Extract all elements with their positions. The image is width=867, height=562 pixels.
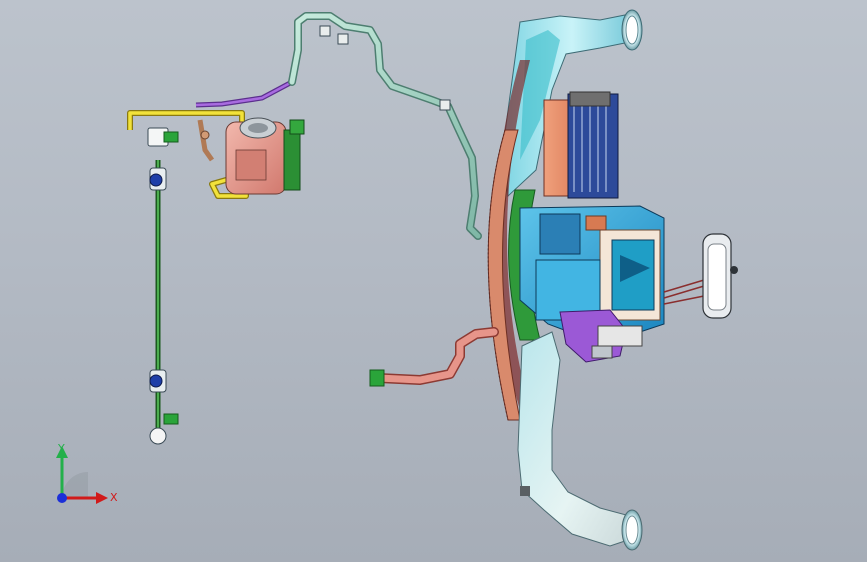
air-outlet-duct[interactable] bbox=[517, 331, 643, 551]
y-axis-label: Y bbox=[57, 442, 65, 455]
cad-model[interactable] bbox=[0, 0, 867, 562]
evaporator-core[interactable] bbox=[543, 91, 619, 199]
actuator-module[interactable] bbox=[663, 233, 738, 319]
drain-hose[interactable] bbox=[288, 12, 482, 240]
orientation-triad: Y X bbox=[56, 442, 118, 504]
x-axis-label: X bbox=[110, 491, 118, 504]
z-axis-point bbox=[57, 493, 67, 503]
graphics-viewport[interactable]: Y X bbox=[0, 0, 867, 562]
strut-rod-assembly[interactable] bbox=[147, 127, 179, 445]
heater-hose[interactable] bbox=[369, 327, 499, 387]
ac-compressor[interactable] bbox=[225, 117, 305, 195]
